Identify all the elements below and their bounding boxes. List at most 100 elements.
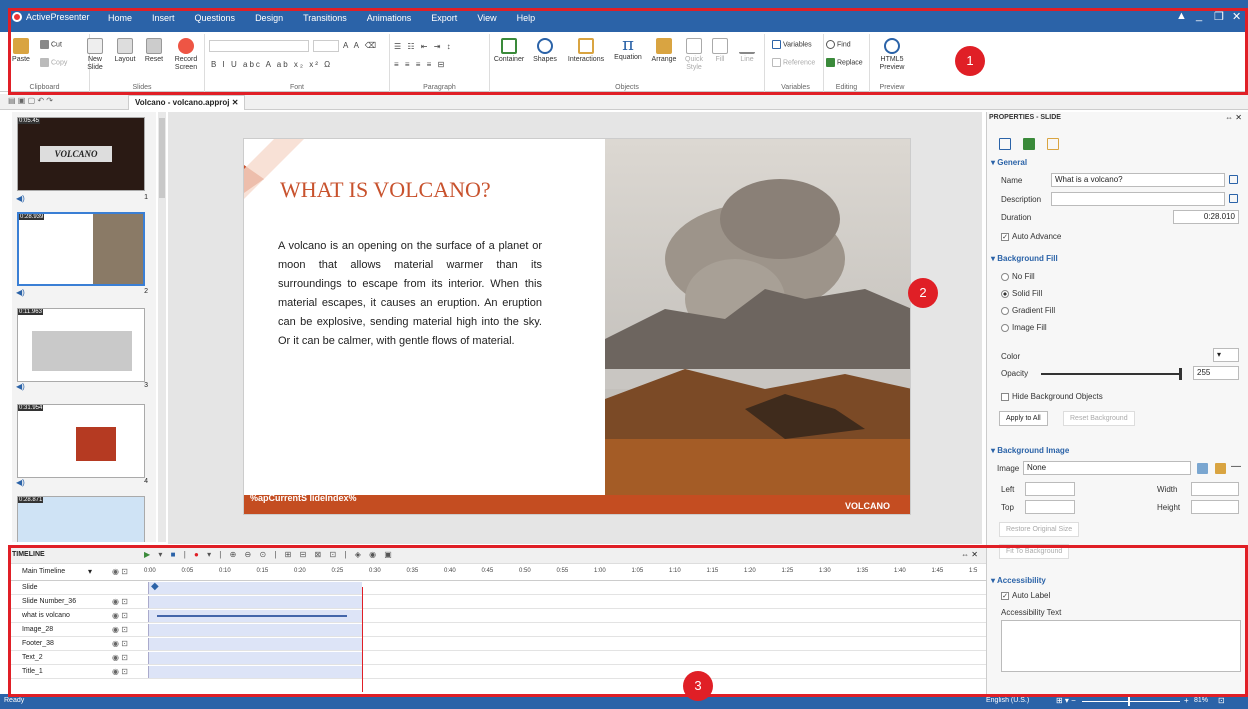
close-tab-icon[interactable]: ✕	[232, 98, 239, 107]
variables-button[interactable]: Variables	[772, 40, 812, 49]
timeline-dropdown-icon[interactable]: ▾	[88, 567, 92, 576]
width-field[interactable]	[1191, 482, 1239, 496]
slide-thumbnail[interactable]: 0:28.871	[17, 496, 145, 542]
tab-export[interactable]: Export	[421, 7, 467, 32]
equation-button[interactable]: π Equation	[610, 36, 646, 62]
timeline-track[interactable]: Slide Number_36 ◉ ⊡	[8, 596, 986, 609]
apply-to-all-button[interactable]: Apply to All	[999, 411, 1048, 426]
tab-design[interactable]: Design	[245, 7, 293, 32]
background-fill-section[interactable]: ▾ Background Fill	[991, 254, 1058, 263]
paste-button[interactable]: Paste	[8, 38, 34, 64]
reset-button[interactable]: Reset	[142, 38, 166, 64]
container-button[interactable]: Container	[492, 38, 526, 64]
opacity-slider[interactable]	[1041, 373, 1181, 375]
font-size-select[interactable]	[313, 40, 339, 52]
track-bar[interactable]	[148, 638, 362, 650]
timeline-close-icon[interactable]: ⇔ ✕	[961, 550, 978, 559]
record-screen-button[interactable]: Record Screen	[170, 38, 202, 72]
timeline-track[interactable]: Footer_38 ◉ ⊡	[8, 638, 986, 651]
timeline-track[interactable]: Text_2 ◉ ⊡	[8, 652, 986, 665]
track-bar[interactable]	[148, 652, 362, 664]
document-tab[interactable]: Volcano - volcano.approj ✕	[128, 95, 246, 110]
properties-tab-icon[interactable]	[999, 138, 1011, 150]
track-bar[interactable]	[148, 596, 362, 608]
no-fill-radio[interactable]: No Fill	[1001, 272, 1035, 281]
tab-questions[interactable]: Questions	[185, 7, 246, 32]
slide-body-text[interactable]: A volcano is an opening on the surface o…	[278, 237, 542, 351]
zoom-in-icon[interactable]: +	[1184, 696, 1189, 705]
accessibility-text-field[interactable]	[1001, 620, 1241, 672]
duration-field[interactable]: 0:28.010	[1173, 210, 1239, 224]
tab-insert[interactable]: Insert	[142, 7, 185, 32]
fill-button[interactable]: Fill	[710, 38, 730, 64]
quick-access-toolbar[interactable]: ▤ ▣ ▢ ↶ ↷	[8, 96, 53, 105]
remove-image-icon[interactable]: —	[1231, 461, 1241, 472]
volcano-image[interactable]	[605, 139, 911, 495]
description-field[interactable]	[1051, 192, 1225, 206]
footer-text[interactable]: VOLCANO	[845, 501, 890, 511]
slide-thumbnail[interactable]: 0:05.45 VOLCANO	[17, 117, 145, 191]
timeline-track[interactable]: Slide ◆	[8, 581, 986, 595]
html5-preview-button[interactable]: HTML5 Preview	[874, 38, 910, 72]
quick-style-button[interactable]: Quick Style	[682, 38, 706, 72]
opacity-field[interactable]: 255	[1193, 366, 1239, 380]
image-field[interactable]: None	[1023, 461, 1191, 475]
slide-thumbnail[interactable]: 0:11.963	[17, 308, 145, 382]
slide-thumbnail[interactable]: 0:31.954	[17, 404, 145, 478]
hide-background-objects-checkbox[interactable]: Hide Background Objects	[1001, 392, 1103, 401]
visibility-lock-icon[interactable]: ◉ ⊡	[112, 653, 128, 662]
minimize-icon[interactable]: _	[1196, 10, 1202, 22]
tab-home[interactable]: Home	[98, 7, 142, 32]
height-field[interactable]	[1191, 500, 1239, 514]
gradient-fill-radio[interactable]: Gradient Fill	[1001, 306, 1055, 315]
ribbon-collapse-icon[interactable]: ▲	[1176, 10, 1187, 22]
thumbnails-scrollbar[interactable]	[158, 112, 166, 542]
font-style-tools[interactable]: B I U abc A ab x₂ x² Ω	[211, 60, 332, 69]
image-browse-icon[interactable]	[1197, 463, 1208, 474]
find-button[interactable]: Find	[826, 40, 851, 49]
language-indicator[interactable]: English (U.S.)	[986, 697, 1029, 704]
restore-original-size-button[interactable]: Restore Original Size	[999, 522, 1080, 537]
timeline-track[interactable]: what is volcano ◉ ⊡	[8, 610, 986, 623]
tab-help[interactable]: Help	[507, 7, 546, 32]
reference-button[interactable]: Reference	[772, 58, 815, 67]
solid-fill-radio[interactable]: Solid Fill	[1001, 289, 1042, 298]
tab-animations[interactable]: Animations	[357, 7, 422, 32]
timeline-track[interactable]: Title_1 ◉ ⊡	[8, 666, 986, 679]
view-mode-icon[interactable]: ⊞ ▾ −	[1056, 696, 1076, 705]
keyframe-icon[interactable]: ◆	[151, 581, 159, 592]
restore-icon[interactable]: ❐	[1214, 10, 1224, 23]
edit-icon[interactable]	[1229, 175, 1238, 184]
layout-button[interactable]: Layout	[112, 38, 138, 64]
font-family-select[interactable]	[209, 40, 309, 52]
tab-transitions[interactable]: Transitions	[293, 7, 357, 32]
zoom-slider[interactable]	[1082, 701, 1180, 702]
visibility-lock-icon[interactable]: ◉ ⊡	[112, 597, 128, 606]
scroll-thumb[interactable]	[159, 118, 165, 198]
track-bar[interactable]	[148, 624, 362, 636]
fit-window-icon[interactable]: ⊡	[1218, 696, 1225, 705]
new-slide-button[interactable]: New Slide	[82, 38, 108, 72]
top-field[interactable]	[1025, 500, 1075, 514]
tab-view[interactable]: View	[467, 7, 506, 32]
left-field[interactable]	[1025, 482, 1075, 496]
shapes-button[interactable]: Shapes	[530, 38, 560, 64]
timeline-track[interactable]: Image_28 ◉ ⊡	[8, 624, 986, 637]
pin-icon[interactable]: ⇔ ✕	[1225, 113, 1242, 122]
opacity-slider-handle[interactable]	[1179, 368, 1182, 380]
replace-button[interactable]: Replace	[826, 58, 863, 67]
timeline-toolbar[interactable]: ▶ ▾ ■ | ● ▾ | ⊕ ⊖ ⊙ | ⊞ ⊟ ⊠ ⊡ | ◈ ◉ ▣	[144, 550, 395, 559]
visibility-lock-icon[interactable]: ◉ ⊡	[112, 611, 128, 620]
timeline-ruler[interactable]: Main Timeline ▾ ◉ ⊡ 0:00 0:05 0:10 0:15 0:20…	[8, 565, 986, 581]
fit-to-background-button[interactable]: Fit To Background	[999, 544, 1070, 559]
slide-thumbnail[interactable]: 0:28.939	[17, 212, 145, 286]
visibility-lock-icon[interactable]: ◉ ⊡	[112, 567, 128, 576]
line-button[interactable]: Line	[736, 38, 758, 64]
playhead[interactable]	[362, 587, 363, 692]
background-image-section[interactable]: ▾ Background Image	[991, 446, 1069, 455]
visibility-lock-icon[interactable]: ◉ ⊡	[112, 639, 128, 648]
edit-icon[interactable]	[1229, 194, 1238, 203]
general-section[interactable]: ▾ General	[991, 158, 1027, 167]
size-tab-icon[interactable]	[1023, 138, 1035, 150]
close-icon[interactable]: ✕	[1232, 10, 1241, 23]
